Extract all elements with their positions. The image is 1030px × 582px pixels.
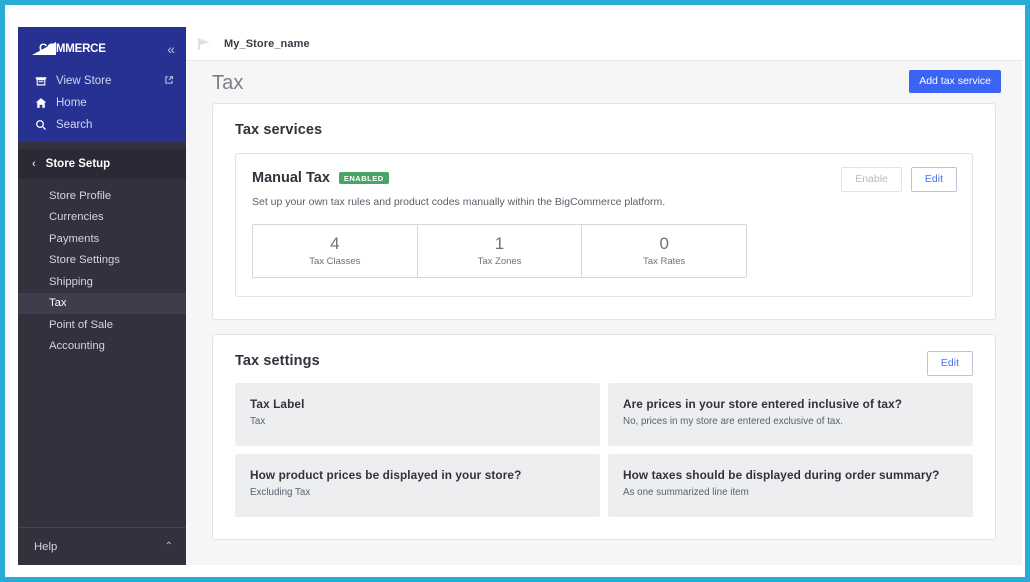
screenshot-frame: COMMERCE « View Store Home Search ‹ Stor… [0, 0, 1030, 582]
bigcommerce-admin-app: COMMERCE « View Store Home Search ‹ Stor… [18, 27, 1022, 565]
setting-answer: No, prices in my store are entered exclu… [623, 416, 843, 427]
sidebar-item-home[interactable]: Home [18, 92, 186, 114]
sidebar-item-list: Store Profile Currencies Payments Store … [18, 179, 186, 357]
store-flag-icon [198, 37, 210, 50]
sidebar-item-view-store[interactable]: View Store [18, 70, 186, 92]
sidebar-item-tax[interactable]: Tax [18, 292, 186, 314]
sidebar-item-label: Search [56, 119, 93, 131]
sidebar-item-store-profile[interactable]: Store Profile [18, 185, 186, 207]
home-icon [34, 97, 47, 110]
sidebar-item-label: Tax [49, 297, 67, 310]
manual-tax-description: Set up your own tax rules and product co… [252, 196, 666, 208]
tax-services-title: Tax services [235, 122, 323, 138]
tax-settings-card: Tax settings Edit Tax Label Tax Are pric… [212, 334, 996, 540]
chevron-left-icon: ‹ [32, 157, 36, 170]
external-link-icon [164, 75, 174, 88]
tax-settings-title: Tax settings [235, 353, 320, 369]
setting-answer: As one summarized line item [623, 487, 749, 498]
setting-question: How product prices be displayed in your … [250, 468, 522, 482]
sidebar-item-label: Store Profile [49, 189, 112, 202]
page-title: Tax [212, 72, 244, 94]
sidebar-brand-area: COMMERCE « View Store Home Search [18, 27, 186, 142]
stat-tax-classes[interactable]: 4 Tax Classes [253, 225, 418, 277]
setting-question: How taxes should be displayed during ord… [623, 468, 940, 482]
store-name-label: My_Store_name [224, 37, 310, 50]
page-body: Tax services Manual Tax ENABLED Set up y… [186, 95, 1022, 565]
tax-services-card-inner: Tax services Manual Tax ENABLED Set up y… [213, 104, 995, 319]
sidebar-item-shipping[interactable]: Shipping [18, 271, 186, 293]
setting-prices-inclusive: Are prices in your store entered inclusi… [608, 383, 973, 446]
stat-value: 4 [330, 234, 340, 253]
sidebar-section-label: Store Setup [45, 158, 111, 170]
sidebar: COMMERCE « View Store Home Search ‹ Stor… [18, 27, 186, 565]
sidebar-item-label: Payments [49, 232, 100, 245]
sidebar-item-label: Currencies [49, 211, 104, 224]
sidebar-item-label: Accounting [49, 340, 105, 353]
setting-question: Tax Label [250, 397, 305, 411]
store-icon [34, 75, 47, 88]
stat-tax-rates[interactable]: 0 Tax Rates [582, 225, 746, 277]
edit-service-button[interactable]: Edit [910, 167, 957, 192]
stat-label: Tax Rates [643, 256, 686, 267]
sidebar-item-label: Point of Sale [49, 318, 114, 331]
setting-tax-label: Tax Label Tax [235, 383, 600, 446]
setting-price-display: How product prices be displayed in your … [235, 454, 600, 517]
sidebar-item-currencies[interactable]: Currencies [18, 207, 186, 229]
sidebar-item-point-of-sale[interactable]: Point of Sale [18, 314, 186, 336]
sidebar-collapse-button[interactable]: « [167, 42, 175, 56]
enable-button[interactable]: Enable [841, 167, 902, 192]
stat-value: 0 [659, 234, 669, 253]
sidebar-item-accounting[interactable]: Accounting [18, 336, 186, 358]
tax-stats: 4 Tax Classes 1 Tax Zones 0 Tax Rates [252, 224, 747, 278]
edit-settings-button[interactable]: Edit [926, 351, 973, 376]
sidebar-item-payments[interactable]: Payments [18, 228, 186, 250]
stat-value: 1 [494, 234, 505, 253]
manual-tax-actions: Enable Edit [841, 167, 957, 192]
status-badge: ENABLED [338, 171, 389, 185]
setting-answer: Excluding Tax [250, 487, 311, 498]
manual-tax-service-panel: Manual Tax ENABLED Set up your own tax r… [235, 153, 973, 297]
tax-settings-card-inner: Tax settings Edit Tax Label Tax Are pric… [213, 335, 995, 539]
sidebar-item-search[interactable]: Search [18, 114, 186, 136]
sidebar-item-label: Store Settings [49, 254, 120, 267]
chevron-up-icon: ⌃ [164, 541, 173, 552]
tax-settings-grid: Tax Label Tax Are prices in your store e… [235, 383, 973, 517]
manual-tax-name: Manual Tax [252, 170, 330, 186]
setting-question: Are prices in your store entered inclusi… [623, 397, 903, 411]
brand-label: COMMERCE [39, 42, 106, 55]
sidebar-section-store-setup[interactable]: ‹ Store Setup [18, 149, 186, 179]
tax-services-card: Tax services Manual Tax ENABLED Set up y… [212, 103, 996, 320]
add-tax-service-button[interactable]: Add tax service [909, 70, 1001, 93]
setting-answer: Tax [250, 416, 266, 427]
brand-logo[interactable]: COMMERCE [31, 41, 106, 56]
sidebar-item-label: View Store [56, 75, 112, 87]
stat-tax-zones[interactable]: 1 Tax Zones [418, 225, 583, 277]
page-header: Tax Add tax service [186, 61, 1022, 95]
sidebar-item-store-settings[interactable]: Store Settings [18, 250, 186, 272]
topbar: My_Store_name [186, 27, 1022, 61]
sidebar-item-label: Shipping [49, 275, 93, 288]
sidebar-help-button[interactable]: Help ⌃ [18, 527, 186, 565]
setting-order-summary-display: How taxes should be displayed during ord… [608, 454, 973, 517]
sidebar-brand-row: COMMERCE « [18, 27, 186, 70]
search-icon [34, 119, 47, 132]
main-content: My_Store_name Tax Add tax service Tax se… [186, 27, 1022, 565]
stat-label: Tax Zones [477, 256, 522, 267]
sidebar-item-label: Home [56, 97, 87, 109]
sidebar-help-label: Help [34, 540, 58, 553]
stat-label: Tax Classes [309, 256, 361, 267]
